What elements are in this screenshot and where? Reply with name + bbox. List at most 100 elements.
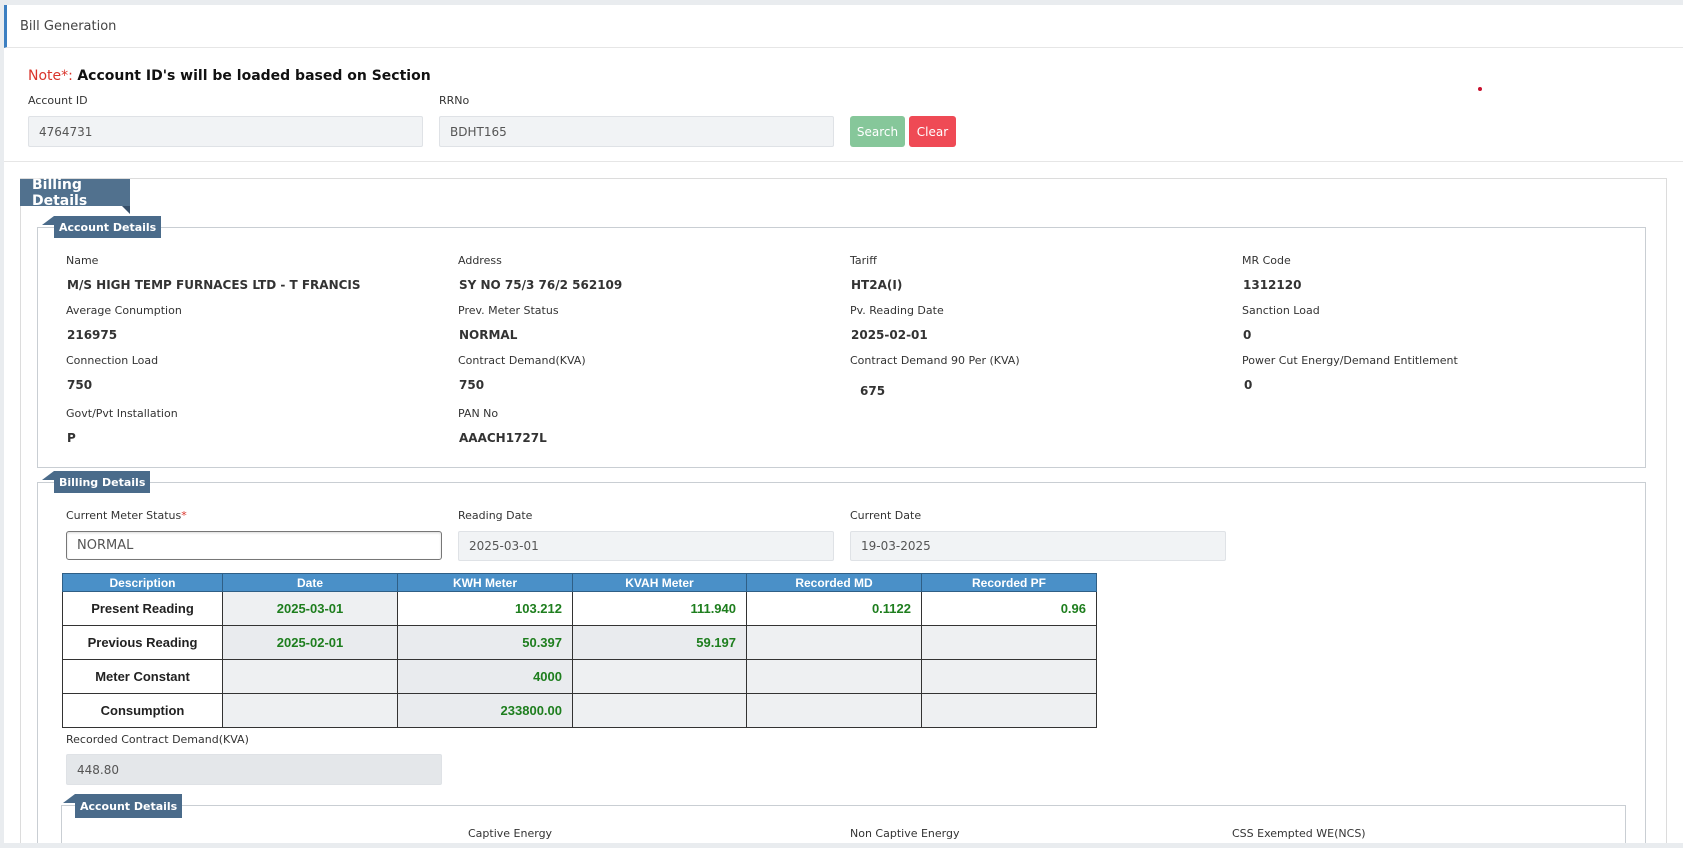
power-cut-entitlement-value: 0 <box>1244 378 1253 392</box>
prev-meter-status-value: NORMAL <box>459 328 518 342</box>
current-meter-status-select[interactable]: NORMAL <box>66 531 442 560</box>
tab-fold <box>122 206 130 214</box>
tab-fold <box>42 216 54 225</box>
meter-constant-kvah <box>572 659 747 694</box>
required-mark: * <box>181 509 187 522</box>
present-kvah-input[interactable]: 111.940 <box>572 591 747 626</box>
name-value: M/S HIGH TEMP FURNACES LTD - T FRANCIS <box>67 278 361 292</box>
sanction-load-label: Sanction Load <box>1242 304 1320 317</box>
contract-demand-90-value: 675 <box>860 384 886 398</box>
recorded-cd-label: Recorded Contract Demand(KVA) <box>66 733 249 746</box>
pan-no-value: AAACH1727L <box>459 431 547 445</box>
account-details-tab: Account Details <box>54 216 162 238</box>
present-pf-input[interactable]: 0.96 <box>921 591 1097 626</box>
clear-button[interactable]: Clear <box>909 116 956 147</box>
meter-readings-table: Description Date KWH Meter KVAH Meter Re… <box>62 573 1097 728</box>
address-label: Address <box>458 254 502 267</box>
search-button[interactable]: Search <box>850 116 905 147</box>
mr-code-label: MR Code <box>1242 254 1291 267</box>
present-reading-date: 2025-03-01 <box>222 591 398 626</box>
tab-fold <box>42 471 54 480</box>
bill-generation-page: Bill Generation Note*: Account ID's will… <box>4 5 1683 843</box>
reading-date-input[interactable]: 2025-03-01 <box>458 531 834 561</box>
page-header: Bill Generation <box>4 5 1683 48</box>
recorded-cd-input[interactable]: 448.80 <box>66 754 442 785</box>
previous-reading-date: 2025-02-01 <box>222 625 398 660</box>
connection-load-value: 750 <box>67 378 93 392</box>
consumption-md <box>746 693 922 728</box>
meter-constant-date <box>222 659 398 694</box>
column-header: KWH Meter <box>397 573 573 592</box>
current-date-input[interactable]: 19-03-2025 <box>850 531 1226 561</box>
row-description: Consumption <box>62 693 223 728</box>
current-meter-status-label: Current Meter Status* <box>66 509 187 522</box>
table-row: Previous Reading 2025-02-01 50.397 59.19… <box>62 625 1097 660</box>
avg-consumption-value: 216975 <box>67 328 118 342</box>
account-id-input[interactable]: 4764731 <box>28 116 423 147</box>
current-meter-status-text: Current Meter Status <box>66 509 182 522</box>
name-label: Name <box>66 254 99 267</box>
address-value: SY NO 75/3 76/2 562109 <box>459 278 623 292</box>
column-header: KVAH Meter <box>572 573 747 592</box>
column-header: Recorded MD <box>746 573 922 592</box>
column-header: Date <box>222 573 398 592</box>
consumption-date <box>222 693 398 728</box>
table-row: Present Reading 2025-03-01 103.212 111.9… <box>62 591 1097 626</box>
contract-demand-value: 750 <box>459 378 485 392</box>
sanction-load-value: 0 <box>1243 328 1252 342</box>
tariff-label: Tariff <box>850 254 877 267</box>
page-title: Bill Generation <box>20 18 117 34</box>
avg-consumption-label: Average Conumption <box>66 304 182 317</box>
row-description: Previous Reading <box>62 625 223 660</box>
tab-fold <box>63 794 75 803</box>
red-dot-marker <box>1478 87 1482 91</box>
table-row: Meter Constant 4000 <box>62 659 1097 694</box>
pv-reading-date-label: Pv. Reading Date <box>850 304 944 317</box>
connection-load-label: Connection Load <box>66 354 159 367</box>
meter-constant-kwh: 4000 <box>397 659 573 694</box>
note-label: Note*: <box>28 68 73 84</box>
previous-kwh: 50.397 <box>397 625 573 660</box>
captive-energy-label: Captive Energy <box>468 827 553 840</box>
css-exempted-label: CSS Exempted WE(NCS) <box>1232 827 1366 840</box>
tariff-value: HT2A(I) <box>851 278 903 292</box>
consumption-kwh: 233800.00 <box>397 693 573 728</box>
table-row: Consumption 233800.00 <box>62 693 1097 728</box>
previous-md <box>746 625 922 660</box>
column-header: Description <box>62 573 223 592</box>
prev-meter-status-label: Prev. Meter Status <box>458 304 559 317</box>
rrno-input[interactable]: BDHT165 <box>439 116 834 147</box>
govt-pvt-value: P <box>67 431 76 445</box>
reading-date-label: Reading Date <box>458 509 533 522</box>
govt-pvt-label: Govt/Pvt Installation <box>66 407 178 420</box>
meter-constant-pf <box>921 659 1097 694</box>
account-details-2-tab: Account Details <box>75 794 183 818</box>
mr-code-value: 1312120 <box>1243 278 1302 292</box>
account-details-2-group <box>61 805 1626 843</box>
present-kwh-input[interactable]: 103.212 <box>397 591 573 626</box>
billing-details-subtab: Billing Details <box>54 471 151 493</box>
present-md-input[interactable]: 0.1122 <box>746 591 922 626</box>
consumption-kvah <box>572 693 747 728</box>
rrno-label: RRNo <box>439 94 470 107</box>
row-description: Present Reading <box>62 591 223 626</box>
pv-reading-date-value: 2025-02-01 <box>851 328 928 342</box>
billing-details-tab: Billing Details <box>20 177 130 209</box>
page-bottom-bar <box>0 843 1683 848</box>
current-date-label: Current Date <box>850 509 922 522</box>
account-id-label: Account ID <box>28 94 88 107</box>
table-header-row: Description Date KWH Meter KVAH Meter Re… <box>62 573 1097 592</box>
previous-pf <box>921 625 1097 660</box>
section-note: Note*: Account ID's will be loaded based… <box>28 68 431 84</box>
note-text: Account ID's will be loaded based on Sec… <box>77 68 431 84</box>
contract-demand-90-label: Contract Demand 90 Per (KVA) <box>850 354 1020 367</box>
non-captive-energy-label: Non Captive Energy <box>850 827 960 840</box>
pan-no-label: PAN No <box>458 407 499 420</box>
contract-demand-label: Contract Demand(KVA) <box>458 354 586 367</box>
power-cut-entitlement-label: Power Cut Energy/Demand Entitlement <box>1242 354 1458 367</box>
divider <box>4 161 1683 162</box>
row-description: Meter Constant <box>62 659 223 694</box>
consumption-pf <box>921 693 1097 728</box>
column-header: Recorded PF <box>921 573 1097 592</box>
previous-kvah: 59.197 <box>572 625 747 660</box>
